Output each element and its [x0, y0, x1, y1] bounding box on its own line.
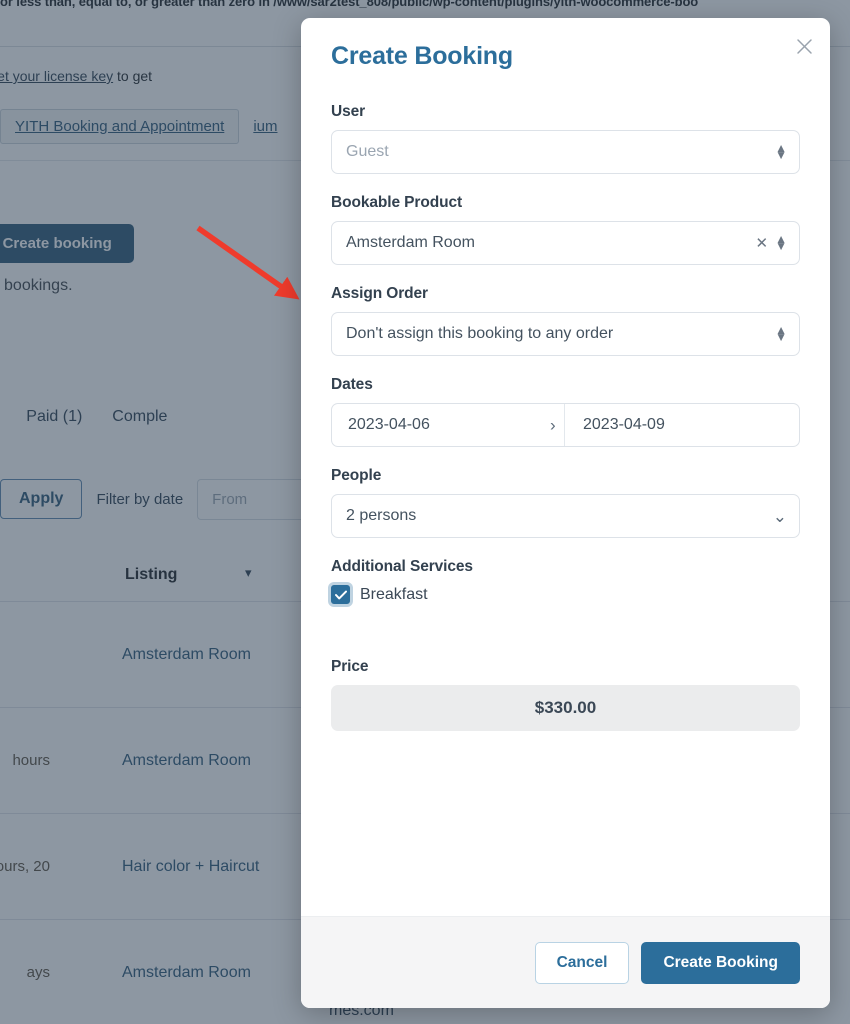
service-label-breakfast: Breakfast [360, 585, 428, 603]
chevron-updown-icon[interactable]: ▲ ▼ [775, 141, 787, 161]
field-price: Price $330.00 [331, 658, 800, 731]
date-to-input[interactable]: 2023-04-09 [565, 404, 799, 446]
modal-title: Create Booking [331, 42, 513, 70]
field-dates: Dates 2023-04-06 › 2023-04-09 [331, 376, 800, 447]
chevron-right-icon: › [550, 415, 556, 435]
close-icon[interactable] [789, 31, 819, 61]
dates-range-control: 2023-04-06 › 2023-04-09 [331, 403, 800, 447]
modal-footer: Cancel Create Booking [301, 916, 830, 1008]
field-label-people: People [331, 467, 382, 484]
field-label-price: Price [331, 658, 369, 675]
field-assign-order: Assign Order Don't assign this booking t… [331, 285, 800, 356]
field-label-additional-services: Additional Services [331, 558, 473, 575]
field-label-user: User [331, 103, 366, 120]
cancel-button[interactable]: Cancel [534, 941, 630, 984]
assign-order-value: Don't assign this booking to any order [346, 325, 614, 342]
create-booking-modal: Create Booking User Guest ▲ ▼ Bookable Pr… [301, 18, 830, 1008]
bookable-product-select[interactable]: Amsterdam Room ✕ ▲ ▼ [331, 221, 800, 265]
assign-order-select[interactable]: Don't assign this booking to any order ▲… [331, 312, 800, 356]
people-icons: ⌄ [773, 495, 787, 537]
user-select[interactable]: Guest ▲ ▼ [331, 130, 800, 174]
bookable-product-value: Amsterdam Room [346, 234, 475, 251]
people-value: 2 persons [346, 507, 417, 524]
date-separator: › [550, 404, 565, 446]
field-user: User Guest ▲ ▼ [331, 103, 800, 174]
field-bookable-product: Bookable Product Amsterdam Room ✕ ▲ ▼ [331, 194, 800, 265]
people-select[interactable]: 2 persons ⌄ [331, 494, 800, 538]
field-label-bookable-product: Bookable Product [331, 194, 463, 211]
chevron-updown-icon[interactable]: ▲ ▼ [775, 323, 787, 343]
modal-body: Create Booking User Guest ▲ ▼ Bookable Pr… [301, 18, 830, 916]
assign-order-icons: ▲ ▼ [775, 313, 787, 355]
date-from-input[interactable]: 2023-04-06 [332, 404, 564, 446]
user-select-icons: ▲ ▼ [775, 131, 787, 173]
clear-x-icon[interactable]: ✕ [756, 236, 769, 251]
price-value: $330.00 [331, 685, 800, 731]
submit-create-booking-button[interactable]: Create Booking [641, 941, 800, 984]
field-label-dates: Dates [331, 376, 373, 393]
field-people: People 2 persons ⌄ [331, 467, 800, 538]
checkbox-breakfast[interactable] [331, 585, 350, 604]
chevron-updown-icon[interactable]: ▲ ▼ [775, 232, 787, 252]
field-label-assign-order: Assign Order [331, 285, 428, 302]
user-select-value: Guest [346, 143, 389, 160]
field-additional-services: Additional Services Breakfast [331, 558, 800, 604]
chevron-down-icon[interactable]: ⌄ [773, 508, 787, 525]
screen-root: or less than, equal to, or greater than … [0, 0, 850, 1024]
service-item-breakfast: Breakfast [331, 585, 800, 604]
bookable-product-icons: ✕ ▲ ▼ [756, 222, 787, 264]
